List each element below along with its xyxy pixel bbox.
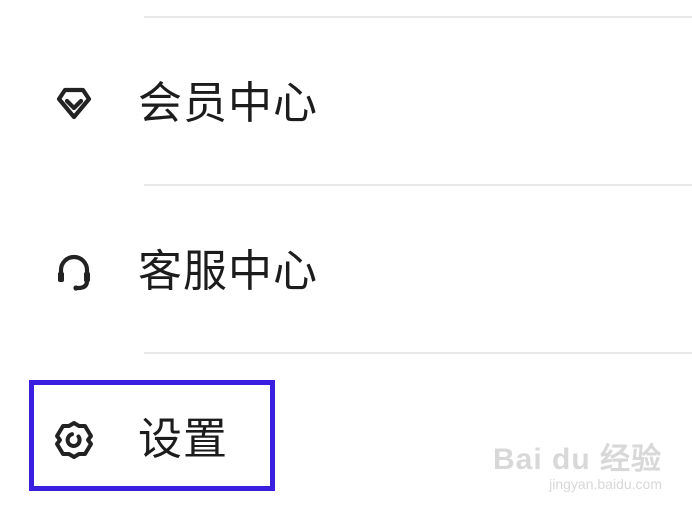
- menu-item-label: 会员中心: [138, 78, 318, 129]
- divider: [144, 352, 692, 354]
- menu-list: 会员中心 客服中心 设置 Bai du 经验 jingyan.baidu.com: [0, 0, 692, 508]
- menu-item-settings[interactable]: 设置: [0, 366, 692, 508]
- divider: [144, 16, 692, 18]
- headset-icon: [52, 250, 96, 294]
- vip-diamond-icon: [52, 82, 96, 126]
- gear-icon: [52, 418, 96, 462]
- menu-item-customer-service[interactable]: 客服中心: [0, 198, 692, 348]
- menu-item-vip-center[interactable]: 会员中心: [0, 30, 692, 180]
- menu-item-label: 客服中心: [138, 246, 318, 297]
- divider: [144, 184, 692, 186]
- menu-item-label: 设置: [138, 414, 228, 465]
